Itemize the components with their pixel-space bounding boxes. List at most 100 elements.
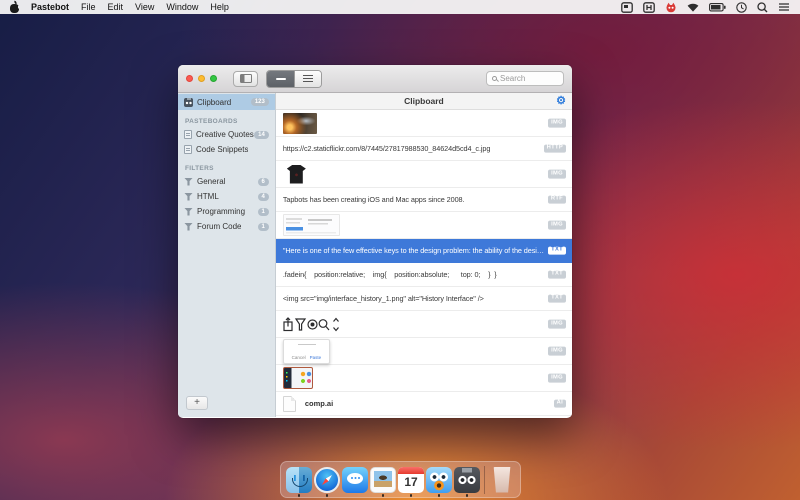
sidebar: Clipboard 123 PASTEBOARDSCreative Quotes… <box>178 93 276 417</box>
menu-status-area <box>621 2 790 13</box>
search-field[interactable]: Search <box>486 71 564 86</box>
file-icon <box>283 396 296 412</box>
clipboard-row-img[interactable]: CancelPasteIMG <box>276 338 572 365</box>
app-menu-title[interactable]: Pastebot <box>31 2 69 12</box>
filter-icon <box>184 178 193 186</box>
search-placeholder: Search <box>500 74 525 83</box>
sidebar-item-code-snippets[interactable]: Code Snippets <box>178 142 275 157</box>
clipboard-row-http[interactable]: https://c2.staticflickr.com/8/7445/27817… <box>276 137 572 161</box>
sidebar-item-label: General <box>197 177 225 186</box>
traffic-lights <box>186 75 217 82</box>
compact-view-segment[interactable] <box>267 71 294 87</box>
toggle-sidebar-button[interactable] <box>233 71 258 87</box>
menu-item-window[interactable]: Window <box>166 2 198 12</box>
dock-item-photos[interactable] <box>369 462 397 497</box>
notification-center-icon[interactable] <box>778 2 790 12</box>
running-indicator-dot <box>410 494 413 497</box>
dock-separator <box>484 466 485 494</box>
pasteboard-icon <box>184 130 192 139</box>
calendar-dock-icon: 17 <box>398 467 424 493</box>
sidebar-item-forum-code[interactable]: Forum Code 1 <box>178 219 275 234</box>
file-name: comp.ai <box>305 399 333 408</box>
dock: 17 <box>280 461 521 498</box>
clipboard-row-img[interactable]: IMG <box>276 365 572 392</box>
spotlight-search-icon[interactable] <box>757 2 768 13</box>
pasteboard-icon <box>184 145 192 154</box>
list-view-segment[interactable] <box>294 71 321 87</box>
clock-status-icon[interactable] <box>736 2 747 13</box>
clipboard-row-img[interactable]: IMG <box>276 212 572 239</box>
type-badge-txt: TXT <box>548 246 566 255</box>
apple-menu-icon[interactable] <box>10 2 19 13</box>
clipboard-row-img[interactable]: IMG <box>276 161 572 188</box>
sidebar-item-programming[interactable]: Programming1 <box>178 204 275 219</box>
type-badge-ai: AI <box>554 399 566 408</box>
calendar-day-number: 17 <box>404 474 417 493</box>
pastebot-dock-icon <box>454 467 480 493</box>
type-badge-http: HTTP <box>544 144 566 153</box>
clipboard-icon <box>184 98 193 107</box>
running-indicator-dot <box>382 494 385 497</box>
sidebar-item-label: Forum Code <box>197 222 241 231</box>
zoom-button[interactable] <box>210 75 217 82</box>
pastebot-window: Search Clipboard 123 PASTEBOARDSCreative… <box>178 65 572 418</box>
type-badge-img: IMG <box>548 119 566 128</box>
dock-item-finder[interactable] <box>285 462 313 497</box>
tweetbot-dock-icon <box>426 467 452 493</box>
clipboard-items-list: IMG https://c2.staticflickr.com/8/7445/27… <box>276 110 572 417</box>
display-status-icon[interactable] <box>621 2 633 13</box>
wifi-status-icon[interactable] <box>687 3 699 12</box>
gear-icon[interactable]: ⚙ <box>556 94 566 108</box>
menu-item-file[interactable]: File <box>81 2 96 12</box>
clipboard-row-txt[interactable]: .fadein{ position:relative; img{ positio… <box>276 263 572 287</box>
type-badge-img: IMG <box>548 221 566 230</box>
sidebar-item-general[interactable]: General6 <box>178 174 275 189</box>
menu-item-help[interactable]: Help <box>210 2 229 12</box>
type-badge-img: IMG <box>548 374 566 383</box>
menu-item-edit[interactable]: Edit <box>108 2 124 12</box>
dock-item-calendar[interactable]: 17 <box>397 462 425 497</box>
filter-icon <box>184 208 193 216</box>
trash-dock-icon <box>493 467 512 493</box>
webpage-screenshot <box>283 214 340 236</box>
sidebar-item-html[interactable]: HTML4 <box>178 189 275 204</box>
clipboard-row-ai[interactable]: comp.ai AI <box>276 392 572 416</box>
window-title-bar[interactable]: Search <box>178 65 572 93</box>
finder-dock-icon <box>286 467 312 493</box>
running-indicator-dot <box>326 494 329 497</box>
dock-item-messages[interactable] <box>341 462 369 497</box>
sidebar-section-title: FILTERS <box>185 165 275 172</box>
sidebar-item-creative-quotes[interactable]: Creative Quotes14 <box>178 127 275 142</box>
h-app-status-icon[interactable] <box>643 2 655 13</box>
dialog-thumb-buttons: CancelPaste <box>284 355 329 360</box>
dock-item-pastebot[interactable] <box>453 462 481 497</box>
black-tshirt-photo <box>283 164 310 185</box>
clipboard-item-text: Tapbots has been creating iOS and Mac ap… <box>283 195 465 204</box>
battery-status-icon[interactable] <box>709 3 726 12</box>
clipboard-row-rtf[interactable]: Tapbots has been creating iOS and Mac ap… <box>276 188 572 212</box>
clipboard-row-txt[interactable]: <img src="img/interface_history_1.png" a… <box>276 287 572 311</box>
menu-item-view[interactable]: View <box>135 2 154 12</box>
clipboard-row-img[interactable]: IMG <box>276 311 572 338</box>
clipboard-list-pane: Clipboard ⚙ IMGhttps://c2.staticflickr.c… <box>276 93 572 417</box>
list-lines-icon <box>303 75 313 82</box>
sidebar-item-label: Code Snippets <box>196 145 248 154</box>
item-count-badge: 1 <box>258 223 269 231</box>
minimize-button[interactable] <box>198 75 205 82</box>
sidebar-item-label: Programming <box>197 207 245 216</box>
clipboard-row-img[interactable]: IMG <box>276 110 572 137</box>
dock-item-tweetbot[interactable] <box>425 462 453 497</box>
clipboard-row-txt[interactable]: "Here is one of the few effective keys t… <box>276 239 572 263</box>
item-count-badge: 14 <box>254 131 269 139</box>
dock-item-trash[interactable] <box>488 462 516 497</box>
add-pasteboard-button[interactable]: + <box>186 396 208 410</box>
menu-bar: Pastebot File Edit View Window Help <box>0 0 800 14</box>
type-badge-img: IMG <box>548 170 566 179</box>
menu-items-container: File Edit View Window Help <box>81 2 241 12</box>
pastebot-status-icon[interactable] <box>665 2 677 13</box>
app-window-screenshot <box>283 367 313 389</box>
sidebar-item-label: Creative Quotes <box>196 130 254 139</box>
close-button[interactable] <box>186 75 193 82</box>
dock-item-safari[interactable] <box>313 462 341 497</box>
sidebar-item-clipboard[interactable]: Clipboard 123 <box>178 94 275 110</box>
